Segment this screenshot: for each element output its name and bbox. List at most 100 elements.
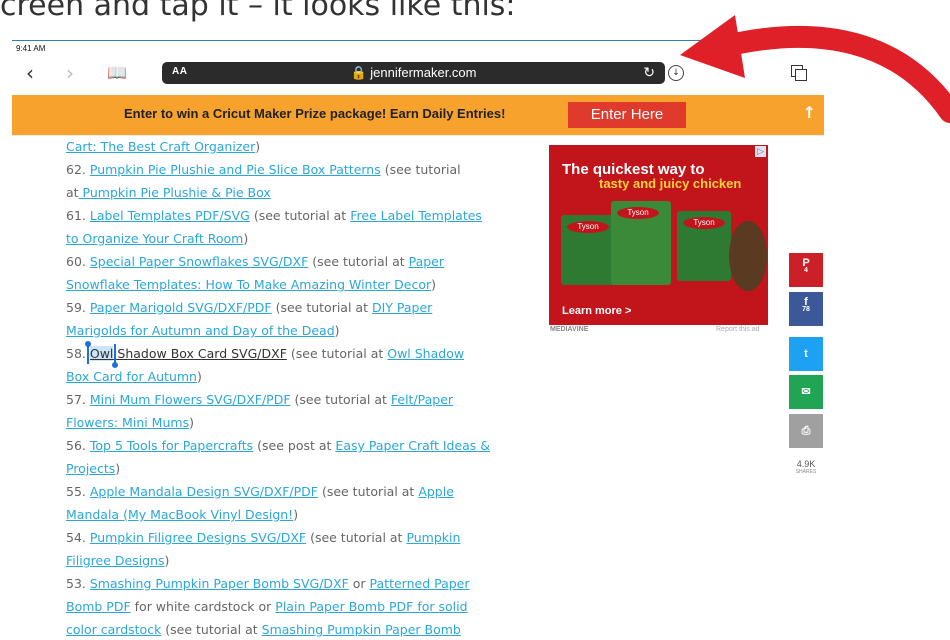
list-link[interactable]: Shadow Box Card SVG/DXF	[113, 346, 287, 361]
address-bar[interactable]: AA 🔒 jennifermaker.com ↻	[162, 62, 665, 84]
text-selection[interactable]: Owl	[89, 346, 114, 361]
promo-text: Enter to win a Cricut Maker Prize packag…	[124, 106, 506, 121]
list-link[interactable]: Pumpkin	[406, 530, 460, 545]
forward-icon[interactable]: ›	[66, 61, 74, 85]
list-item: Cart: The Best Craft Organizer)	[66, 139, 261, 154]
facebook-count: 78	[802, 306, 810, 313]
ad-subheadline: tasty and juicy chicken	[599, 176, 742, 191]
list-link[interactable]: Smashing Pumpkin Paper Bomb SVG/DXF	[90, 576, 349, 591]
selection-handle-end[interactable]	[112, 362, 118, 368]
list-link[interactable]: Flowers: Mini Mums	[66, 415, 189, 430]
list-link[interactable]: Apple	[418, 484, 454, 499]
selection-caret-start	[87, 344, 89, 364]
instruction-caption: creen and tap it – it looks like this:	[0, 0, 516, 23]
list-item: Projects)	[66, 461, 121, 476]
url-text: 🔒 jennifermaker.com	[350, 65, 477, 80]
list-link[interactable]: Marigolds for Autumn and Day of the Dead	[66, 323, 335, 338]
list-link[interactable]: Special Paper Snowflakes SVG/DXF	[90, 254, 308, 269]
list-link[interactable]: Free Label Templates	[350, 208, 482, 223]
list-item: Bomb PDF for white cardstock or Plain Pa…	[66, 599, 468, 614]
list-link[interactable]: Label Templates PDF/SVG	[90, 208, 250, 223]
list-link[interactable]: Easy Paper Craft Ideas &	[335, 438, 490, 453]
email-icon: ✉	[801, 386, 811, 398]
share-total: 4.9K SHARES	[789, 459, 823, 475]
list-item: 56. Top 5 Tools for Papercrafts (see pos…	[66, 438, 491, 453]
list-item: Box Card for Autumn)	[66, 369, 202, 384]
report-ad-link[interactable]: Report this ad	[716, 326, 760, 333]
list-link[interactable]: Box Card for Autumn	[66, 369, 197, 384]
list-item: Snowflake Templates: How To Make Amazing…	[66, 277, 437, 292]
list-link[interactable]: Mandala (My MacBook Vinyl Design!	[66, 507, 293, 522]
list-link[interactable]: Smashing Pumpkin Paper Bomb	[262, 622, 461, 637]
list-item: Mandala (My MacBook Vinyl Design!)	[66, 507, 299, 522]
ad-network-label: MEDIAVINE	[550, 326, 589, 333]
print-button[interactable]: ⎙	[789, 414, 823, 448]
list-link[interactable]: color cardstock	[66, 622, 161, 637]
scroll-top-icon[interactable]: ↑	[803, 103, 816, 122]
list-link[interactable]: Top 5 Tools for Papercrafts	[90, 438, 253, 453]
list-item: 61. Label Templates PDF/SVG (see tutoria…	[66, 208, 482, 223]
list-link[interactable]: Paper Marigold SVG/DXF/PDF	[90, 300, 272, 315]
product-bag-image: Tyson	[677, 211, 731, 281]
list-item: color cardstock (see tutorial at Smashin…	[66, 622, 461, 637]
list-link[interactable]: to Organize Your Craft Room	[66, 231, 243, 246]
list-item: Flowers: Mini Mums)	[66, 415, 194, 430]
list-link[interactable]: Mini Mum Flowers SVG/DXF/PDF	[90, 392, 291, 407]
reload-icon[interactable]: ↻	[643, 64, 655, 81]
list-link[interactable]: Pumpkin Pie Plushie & Pie Box	[79, 185, 271, 200]
list-item: 53. Smashing Pumpkin Paper Bomb SVG/DXF …	[66, 576, 470, 591]
list-item: 55. Apple Mandala Design SVG/DXF/PDF (se…	[66, 484, 454, 499]
list-link[interactable]: Bomb PDF	[66, 599, 131, 614]
list-link[interactable]: Filigree Designs	[66, 553, 165, 568]
list-item: 57. Mini Mum Flowers SVG/DXF/PDF (see tu…	[66, 392, 454, 407]
list-link[interactable]: DIY Paper	[372, 300, 432, 315]
list-item: Filigree Designs)	[66, 553, 170, 568]
list-link[interactable]: Apple Mandala Design SVG/DXF/PDF	[90, 484, 318, 499]
twitter-share-button[interactable]: t	[789, 337, 823, 371]
list-link[interactable]: Cart: The Best Craft Organizer	[66, 139, 255, 154]
browser-screenshot: 9:41 AM ‹ › 📖 AA 🔒 jennifermaker.com ↻ ↓…	[12, 40, 824, 640]
share-count: 4.9K	[796, 459, 816, 469]
ad-cta[interactable]: Learn more >	[562, 305, 631, 317]
bookmarks-icon[interactable]: 📖	[107, 61, 127, 85]
selection-caret-end	[114, 344, 116, 364]
pinterest-count: 4	[804, 267, 808, 274]
article-list: Cart: The Best Craft Organizer) 62. Pump…	[66, 135, 518, 640]
list-item: to Organize Your Craft Room)	[66, 231, 249, 246]
list-item: 60. Special Paper Snowflakes SVG/DXF (se…	[66, 254, 445, 269]
list-link[interactable]: Plain Paper Bomb PDF for solid	[275, 599, 467, 614]
status-time: 9:41 AM	[16, 44, 46, 53]
twitter-icon: t	[804, 348, 808, 360]
product-bag-image: Tyson	[561, 215, 615, 285]
browser-toolbar: ‹ › 📖 AA 🔒 jennifermaker.com ↻ ↓	[12, 55, 824, 95]
pinterest-share-button[interactable]: P 4	[789, 253, 823, 287]
share-label: SHARES	[795, 469, 817, 475]
list-link[interactable]: Projects	[66, 461, 115, 476]
list-item: 62. Pumpkin Pie Plushie and Pie Slice Bo…	[66, 162, 461, 177]
list-item: 59. Paper Marigold SVG/DXF/PDF (see tuto…	[66, 300, 433, 315]
list-link[interactable]: Felt/Paper	[391, 392, 453, 407]
tabs-icon[interactable]	[791, 65, 807, 81]
list-link[interactable]: Owl Shadow	[387, 346, 464, 361]
list-link[interactable]: Patterned Paper	[370, 576, 470, 591]
list-item: at Pumpkin Pie Plushie & Pie Box	[66, 185, 271, 200]
list-item: Marigolds for Autumn and Day of the Dead…	[66, 323, 340, 338]
list-link[interactable]: Owl	[90, 346, 114, 361]
advertisement[interactable]: ▷ The quickest way to tasty and juicy ch…	[549, 145, 768, 325]
product-bag-image: Tyson	[611, 201, 671, 285]
adchoices-icon[interactable]: ▷	[755, 146, 766, 157]
list-link[interactable]: Snowflake Templates: How To Make Amazing…	[66, 277, 431, 292]
list-link[interactable]: Pumpkin Pie Plushie and Pie Slice Box Pa…	[90, 162, 381, 177]
list-item: 58. Owl Shadow Box Card SVG/DXF (see tut…	[66, 341, 518, 368]
enter-here-button[interactable]: Enter Here	[568, 102, 686, 128]
download-icon[interactable]: ↓	[668, 65, 684, 81]
back-icon[interactable]: ‹	[26, 61, 34, 85]
promo-banner: Enter to win a Cricut Maker Prize packag…	[12, 95, 824, 135]
list-item: 54. Pumpkin Filigree Designs SVG/DXF (se…	[66, 530, 461, 545]
print-icon: ⎙	[801, 425, 811, 437]
chicken-image	[729, 221, 767, 291]
email-share-button[interactable]: ✉	[789, 375, 823, 409]
facebook-share-button[interactable]: f 78	[789, 292, 823, 326]
list-link[interactable]: Paper	[409, 254, 444, 269]
list-link[interactable]: Pumpkin Filigree Designs SVG/DXF	[90, 530, 306, 545]
